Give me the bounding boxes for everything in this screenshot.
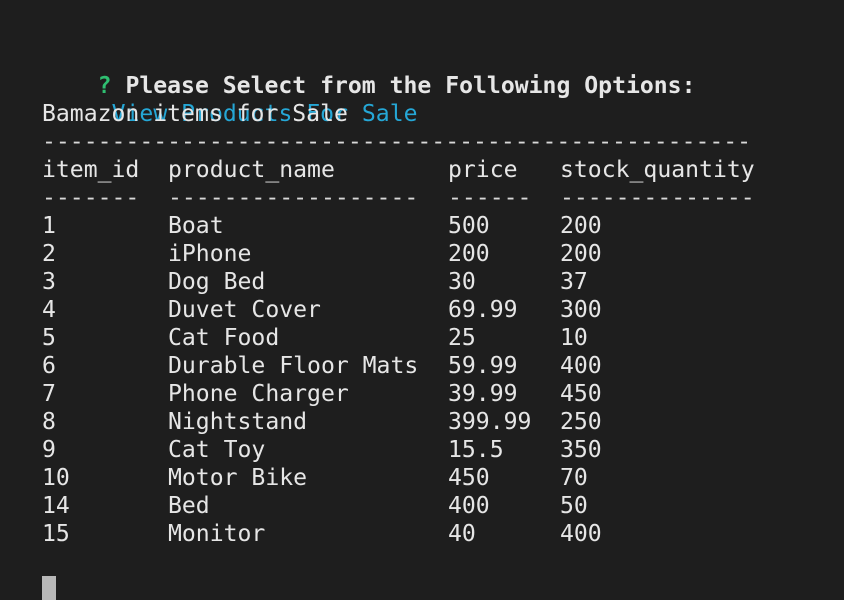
cell-stock-quantity: 400 [560,521,602,547]
table-row: 10 Motor Bike 450 70 [42,464,844,492]
table-row: 8 Nightstand 399.99 250 [42,408,844,436]
cell-product-name: Bed [168,493,210,519]
cell-product-name: Durable Floor Mats [168,353,419,379]
cell-stock-quantity: 450 [560,381,602,407]
cell-item-id: 10 [42,465,70,491]
table-row: 7 Phone Charger 39.99 450 [42,380,844,408]
cell-product-name: Cat Food [168,325,280,351]
separator-price: ------ [448,185,532,211]
terminal-window[interactable]: ? Please Select from the Following Optio… [0,0,844,600]
cell-product-name: Boat [168,213,224,239]
cell-stock-quantity: 37 [560,269,588,295]
cell-stock-quantity: 50 [560,493,588,519]
header-product-name: product_name [168,157,335,183]
header-item-id: item_id [42,157,140,183]
cell-stock-quantity: 70 [560,465,588,491]
table-row: 4 Duvet Cover 69.99 300 [42,296,844,324]
cell-price: 30 [448,269,476,295]
cell-stock-quantity: 200 [560,241,602,267]
cell-price: 40 [448,521,476,547]
cell-price: 69.99 [448,297,518,323]
cell-price: 15.5 [448,437,504,463]
table-row: 3 Dog Bed 30 37 [42,268,844,296]
cell-price: 500 [448,213,490,239]
prompt-question-mark: ? [97,73,112,99]
cell-product-name: iPhone [168,241,252,267]
cell-item-id: 5 [42,325,56,351]
cell-price: 400 [448,493,490,519]
cell-item-id: 4 [42,297,56,323]
cell-item-id: 3 [42,269,56,295]
cell-price: 450 [448,465,490,491]
cell-item-id: 9 [42,437,56,463]
table-row: 1 Boat 500 200 [42,212,844,240]
cell-item-id: 14 [42,493,70,519]
cell-item-id: 2 [42,241,56,267]
cell-price: 200 [448,241,490,267]
separator-item-id: ------- [42,185,140,211]
cell-price: 25 [448,325,476,351]
cell-item-id: 15 [42,521,70,547]
cell-product-name: Phone Charger [168,381,349,407]
cell-price: 39.99 [448,381,518,407]
table-row: 2 iPhone 200 200 [42,240,844,268]
terminal-cursor [42,576,56,600]
cell-item-id: 8 [42,409,56,435]
separator-product-name: ------------------ [168,185,419,211]
cell-stock-quantity: 250 [560,409,602,435]
table-header-row: item_id product_name price stock_quantit… [42,156,844,184]
cell-item-id: 7 [42,381,56,407]
table-top-rule: ----------------------------------------… [42,129,752,155]
cell-stock-quantity: 300 [560,297,602,323]
cell-stock-quantity: 350 [560,437,602,463]
table-row: 15 Monitor 40 400 [42,520,844,548]
header-price: price [448,157,518,183]
table-body: 1 Boat 500 200 2 iPhone 200 200 3 Dog Bed 30 37 4 Duv… [42,212,844,548]
cell-item-id: 1 [42,213,56,239]
prompt-line: ? Please Select from the Following Optio… [42,44,844,99]
table-row: 14 Bed 400 50 [42,492,844,520]
cell-stock-quantity: 10 [560,325,588,351]
cell-stock-quantity: 400 [560,353,602,379]
cell-product-name: Nightstand [168,409,308,435]
table-row: 9 Cat Toy 15.5 350 [42,436,844,464]
header-stock-quantity: stock_quantity [560,157,755,183]
cell-product-name: Cat Toy [168,437,266,463]
table-title: Bamazon items for Sale [42,101,348,127]
cell-product-name: Duvet Cover [168,297,321,323]
cell-product-name: Monitor [168,521,266,547]
cell-price: 59.99 [448,353,518,379]
prompt-question: Please Select from the Following Options… [125,73,696,99]
table-row: 6 Durable Floor Mats 59.99 400 [42,352,844,380]
cell-item-id: 6 [42,353,56,379]
cell-stock-quantity: 200 [560,213,602,239]
table-row: 5 Cat Food 25 10 [42,324,844,352]
separator-stock-quantity: -------------- [560,185,755,211]
table-header-separator: ------- ------------------ ------ ------… [42,184,844,212]
cell-product-name: Motor Bike [168,465,308,491]
cell-product-name: Dog Bed [168,269,266,295]
cell-price: 399.99 [448,409,532,435]
